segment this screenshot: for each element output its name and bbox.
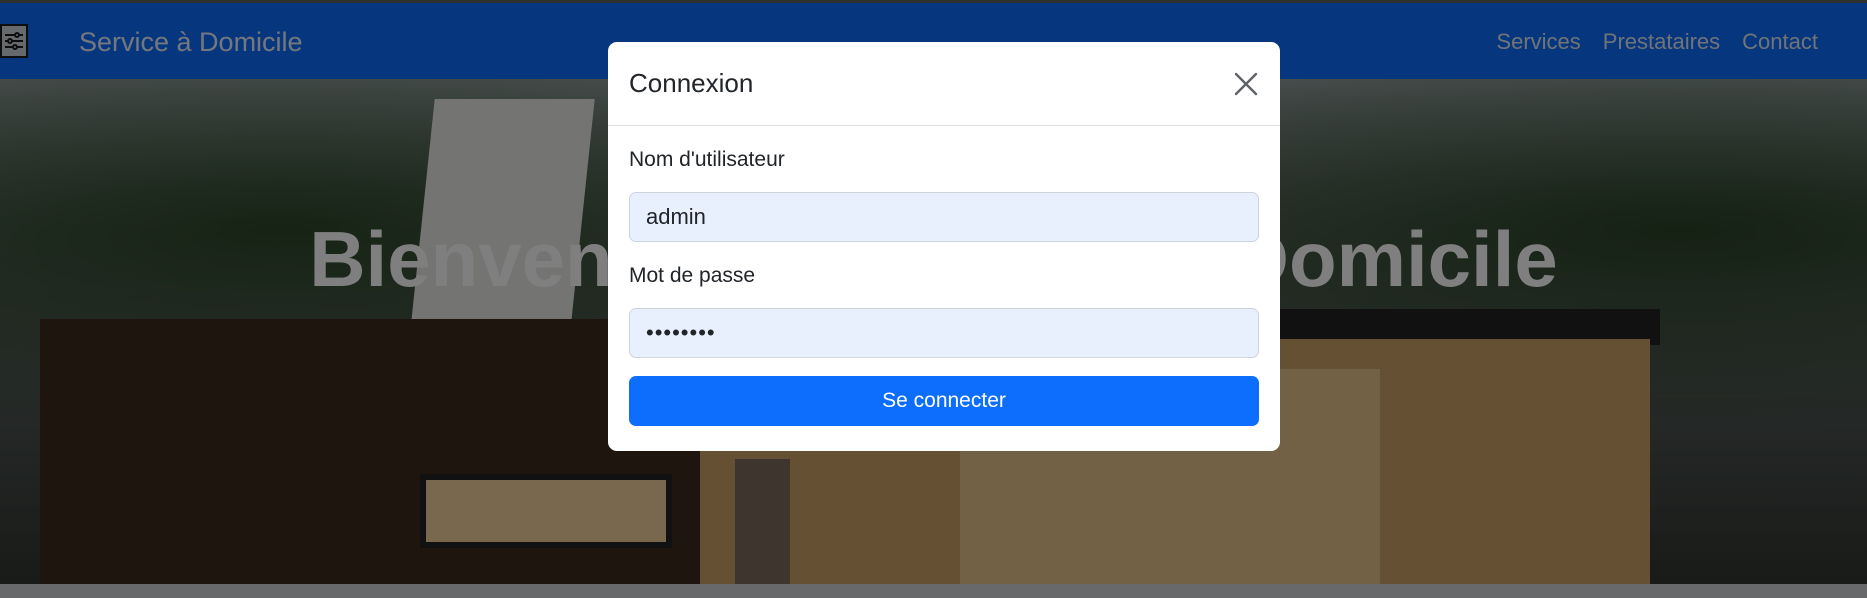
close-button[interactable] [1230, 68, 1262, 100]
modal-header: Connexion [608, 42, 1280, 126]
username-label: Nom d'utilisateur [629, 148, 785, 171]
login-submit-button[interactable]: Se connecter [629, 376, 1259, 426]
password-input[interactable] [629, 308, 1259, 358]
password-label: Mot de passe [629, 264, 756, 287]
close-icon [1234, 72, 1258, 96]
username-input[interactable] [629, 192, 1259, 242]
modal-title: Connexion [629, 68, 754, 98]
login-modal: Connexion Nom d'utilisateur Mot de passe… [608, 42, 1280, 451]
